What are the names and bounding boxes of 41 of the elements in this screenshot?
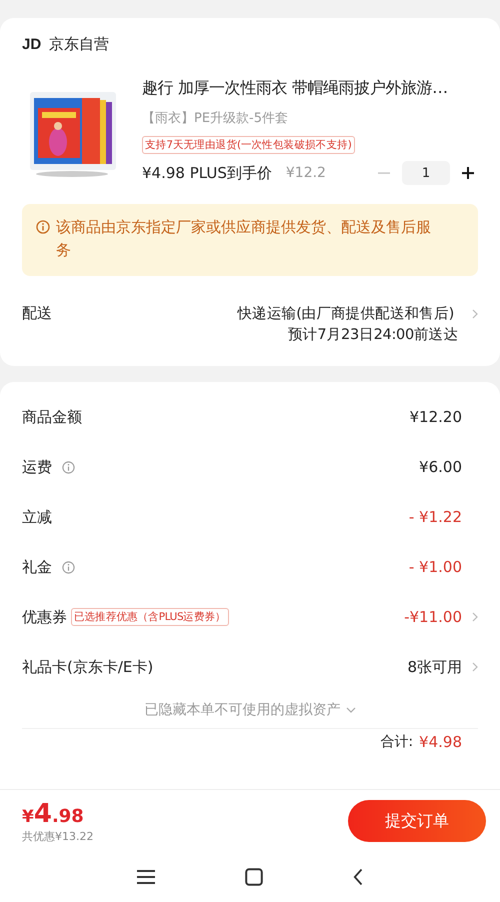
original-price: ¥12.2: [286, 165, 326, 181]
store-logo: JD: [22, 36, 42, 52]
delivery-label: 配送: [22, 304, 52, 324]
row-value: ¥6.00: [419, 458, 462, 476]
chevron-icon[interactable]: [472, 308, 478, 318]
back-icon[interactable]: [353, 868, 363, 886]
delivery-eta: 预计7月23日24:00前送达: [288, 326, 458, 344]
row-value: - ¥1.22: [408, 508, 462, 526]
total-value: ¥4.98: [419, 733, 462, 751]
product-variant: 【雨衣】PE升级款-5件套: [142, 110, 290, 127]
notice-text: 该商品由京东指定厂家或供应商提供发货、配送及售后服务: [56, 217, 432, 261]
row-label: 优惠券: [22, 608, 67, 626]
coupon-tag: 已选推荐优惠（含PLUS运费券）: [71, 608, 229, 626]
product-price: ¥4.98 PLUS到手价: [142, 164, 272, 182]
chevron-down-icon[interactable]: [346, 707, 356, 713]
total-label: 合计:: [380, 733, 414, 751]
plus-icon[interactable]: [461, 166, 475, 180]
delivery-method[interactable]: 快递运输(由厂商提供配送和售后): [237, 304, 454, 323]
row-label: 立减: [22, 508, 52, 526]
row-value[interactable]: -¥11.00: [404, 608, 462, 626]
product-title: 趣行 加厚一次性雨衣 带帽绳雨披户外旅游…: [142, 78, 449, 99]
info-icon[interactable]: [62, 460, 75, 474]
menu-icon[interactable]: [137, 869, 155, 885]
row-label: 商品金额: [22, 408, 82, 426]
home-icon[interactable]: [245, 868, 263, 886]
row-value: - ¥1.00: [408, 558, 462, 576]
chevron-icon[interactable]: [472, 612, 478, 622]
info-icon: [36, 220, 50, 234]
row-label: 礼品卡(京东卡/E卡): [22, 658, 154, 676]
store-name: 京东自营: [49, 34, 110, 54]
info-icon[interactable]: [62, 560, 75, 574]
row-label: 运费: [22, 458, 52, 476]
submit-order-button[interactable]: 提交订单: [348, 800, 486, 842]
return-policy-tag: 支持7天无理由退货(一次性包装破损不支持): [142, 136, 355, 154]
quantity-field[interactable]: 1: [402, 161, 450, 185]
chevron-icon[interactable]: [472, 662, 478, 672]
payable-price: ¥4.98: [22, 798, 85, 828]
row-value: ¥12.20: [410, 408, 462, 426]
row-label: 礼金: [22, 558, 52, 576]
row-value[interactable]: 8张可用: [407, 658, 462, 676]
savings-text: 共优惠¥13.22: [22, 828, 94, 844]
